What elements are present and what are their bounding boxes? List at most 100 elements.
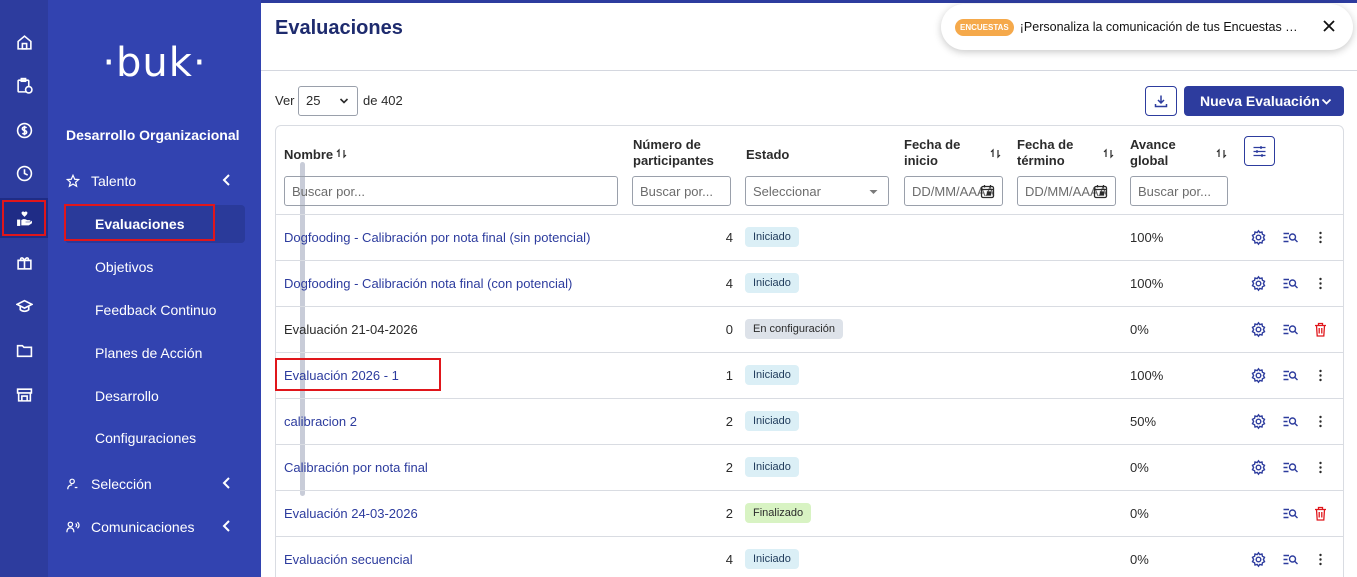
- notification-text: ¡Personaliza la comunicación de tus Encu…: [1019, 20, 1302, 34]
- folder-icon[interactable]: [0, 330, 48, 370]
- graduation-cap-icon[interactable]: [0, 286, 48, 326]
- more-vertical-icon[interactable]: [1312, 275, 1329, 292]
- notification-badge: ENCUESTAS: [955, 18, 1014, 36]
- list-search-icon[interactable]: [1282, 505, 1299, 522]
- notification-banner[interactable]: ENCUESTAS ¡Personaliza la comunicación d…: [941, 4, 1353, 50]
- header-text: inicio: [904, 153, 938, 168]
- talent-hand-icon[interactable]: [0, 198, 48, 238]
- more-vertical-icon[interactable]: [1312, 229, 1329, 246]
- table-row: Evaluación secuencial 4 Iniciado 0%: [276, 537, 1343, 577]
- status-badge: Iniciado: [745, 227, 799, 247]
- gear-icon[interactable]: [1250, 275, 1267, 292]
- evaluation-name-link[interactable]: Dogfooding - Calibración nota final (con…: [284, 276, 572, 291]
- calendar-icon[interactable]: [980, 184, 995, 199]
- sort-icon[interactable]: [1103, 148, 1114, 159]
- new-evaluation-label: Nueva Evaluación: [1200, 93, 1320, 109]
- trash-icon[interactable]: [1312, 505, 1329, 522]
- progress-value: 0%: [1130, 552, 1149, 567]
- filter-participantes-input[interactable]: Buscar por...: [632, 176, 731, 206]
- list-search-icon[interactable]: [1282, 275, 1299, 292]
- home-icon[interactable]: [0, 22, 48, 62]
- list-search-icon[interactable]: [1282, 229, 1299, 246]
- clock-icon[interactable]: [0, 153, 48, 193]
- more-vertical-icon[interactable]: [1312, 551, 1329, 568]
- sort-icon[interactable]: [990, 148, 1001, 159]
- gear-icon[interactable]: [1250, 367, 1267, 384]
- more-vertical-icon[interactable]: [1312, 367, 1329, 384]
- evaluation-name-link[interactable]: calibracion 2: [284, 414, 357, 429]
- trash-icon[interactable]: [1312, 321, 1329, 338]
- gear-icon[interactable]: [1250, 459, 1267, 476]
- column-settings-button[interactable]: [1244, 136, 1275, 166]
- sidebar-group-talento[interactable]: Talento: [66, 170, 246, 192]
- gear-icon[interactable]: [1250, 229, 1267, 246]
- list-search-icon[interactable]: [1282, 459, 1299, 476]
- more-vertical-icon[interactable]: [1312, 459, 1329, 476]
- sliders-icon: [1253, 145, 1266, 157]
- sidebar-item-feedback[interactable]: Feedback Continuo: [95, 302, 216, 318]
- per-page-value: 25: [306, 93, 321, 108]
- sidebar-group-label: Comunicaciones: [91, 519, 195, 535]
- filter-fecha-inicio-input[interactable]: DD/MM/AAAA: [904, 176, 1003, 206]
- sidebar-group-label: Talento: [91, 173, 137, 189]
- gear-icon[interactable]: [1250, 551, 1267, 568]
- header-nombre[interactable]: Nombre: [284, 147, 333, 163]
- close-icon[interactable]: [1321, 18, 1337, 34]
- new-evaluation-button[interactable]: Nueva Evaluación: [1184, 86, 1344, 116]
- status-badge: Iniciado: [745, 273, 799, 293]
- header-participantes[interactable]: Número de participantes: [633, 137, 714, 169]
- filter-avance-input[interactable]: Buscar por...: [1130, 176, 1228, 206]
- per-page-select[interactable]: 25: [298, 86, 358, 116]
- clipboard-clock-icon[interactable]: [0, 65, 48, 105]
- status-badge: Iniciado: [745, 365, 799, 385]
- header-divider: [261, 70, 1357, 71]
- participants-count: 2: [725, 506, 733, 521]
- more-vertical-icon[interactable]: [1312, 413, 1329, 430]
- filter-estado-select[interactable]: Seleccionar: [745, 176, 889, 206]
- sidebar-section-title: Desarrollo Organizacional: [66, 127, 240, 143]
- download-button[interactable]: [1145, 86, 1177, 116]
- list-search-icon[interactable]: [1282, 367, 1299, 384]
- header-fecha-termino[interactable]: Fecha de término: [1017, 137, 1073, 169]
- header-fecha-inicio[interactable]: Fecha de inicio: [904, 137, 960, 169]
- participants-count: 4: [725, 552, 733, 567]
- list-search-icon[interactable]: [1282, 551, 1299, 568]
- evaluation-name-link[interactable]: Evaluación 24-03-2026: [284, 506, 418, 521]
- evaluation-name-link[interactable]: Evaluación secuencial: [284, 552, 413, 567]
- evaluation-name-link[interactable]: Calibración por nota final: [284, 460, 428, 475]
- gear-icon[interactable]: [1250, 321, 1267, 338]
- chevron-down-icon: [339, 98, 349, 104]
- filter-nombre-input[interactable]: Buscar por...: [284, 176, 618, 206]
- gear-icon[interactable]: [1250, 413, 1267, 430]
- calendar-icon[interactable]: [1093, 184, 1108, 199]
- top-accent-line: [261, 0, 1357, 3]
- sort-icon[interactable]: [1216, 148, 1227, 159]
- sidebar-item-objetivos[interactable]: Objetivos: [95, 259, 153, 275]
- sidebar-group-comunicaciones[interactable]: Comunicaciones: [66, 516, 246, 538]
- sidebar-group-seleccion[interactable]: Selección: [66, 473, 246, 495]
- list-search-icon[interactable]: [1282, 413, 1299, 430]
- filter-fecha-termino-input[interactable]: DD/MM/AAAA: [1017, 176, 1116, 206]
- status-badge: En configuración: [745, 319, 843, 339]
- list-search-icon[interactable]: [1282, 321, 1299, 338]
- progress-value: 100%: [1130, 276, 1164, 291]
- table-row: Evaluación 24-03-2026 2 Finalizado 0%: [276, 491, 1343, 537]
- participants-count: 2: [725, 460, 733, 475]
- table-row: Calibración por nota final 2 Iniciado 0%: [276, 445, 1343, 491]
- gift-icon[interactable]: [0, 242, 48, 282]
- sidebar-item-configuraciones[interactable]: Configuraciones: [95, 430, 196, 446]
- status-badge: Iniciado: [745, 549, 799, 569]
- sort-icon[interactable]: [336, 148, 347, 159]
- store-icon[interactable]: [0, 374, 48, 414]
- money-icon[interactable]: [0, 110, 48, 150]
- participants-count: 2: [725, 414, 733, 429]
- table-row: Evaluación 21-04-2026 0 En configuración…: [276, 307, 1343, 353]
- evaluation-name-link[interactable]: Dogfooding - Calibración por nota final …: [284, 230, 590, 245]
- sidebar-item-planes[interactable]: Planes de Acción: [95, 345, 202, 361]
- progress-value: 0%: [1130, 460, 1149, 475]
- people-voice-icon: [66, 520, 80, 534]
- sidebar-item-desarrollo[interactable]: Desarrollo: [95, 388, 159, 404]
- sidebar: ·buk· Desarrollo Organizacional Talento …: [48, 0, 305, 577]
- header-avance[interactable]: Avance global: [1130, 137, 1176, 169]
- participants-count: 0: [725, 322, 733, 337]
